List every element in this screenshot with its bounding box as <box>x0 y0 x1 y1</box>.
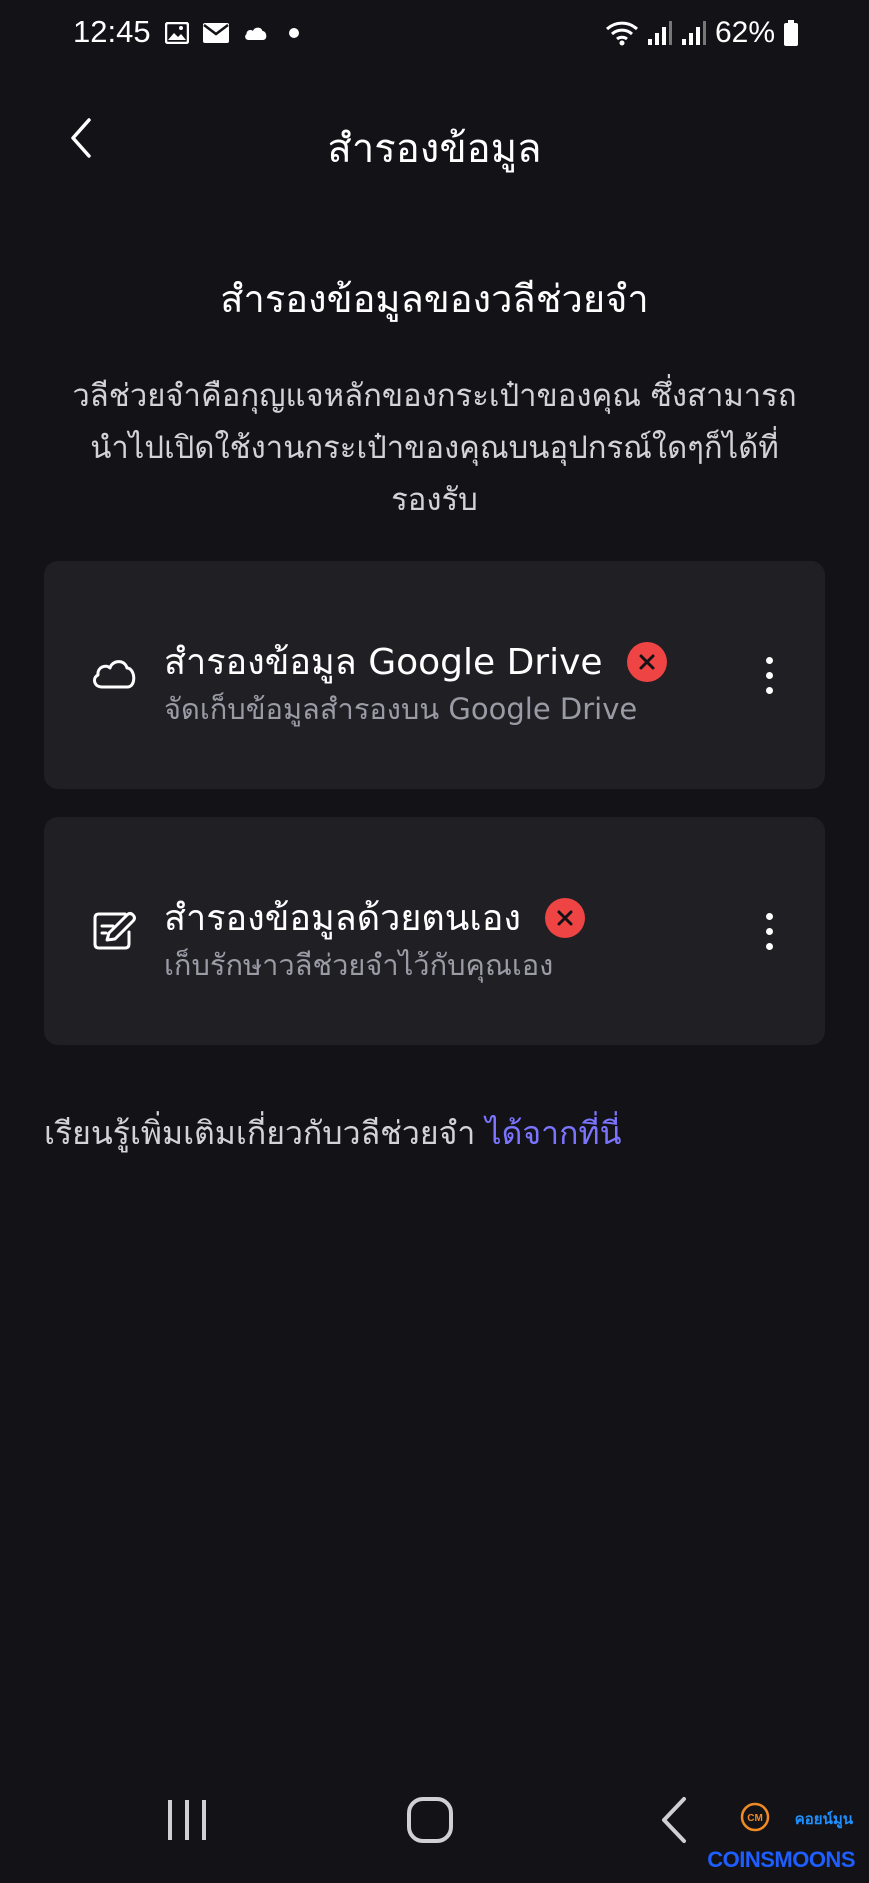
system-back-button[interactable] <box>633 1780 713 1860</box>
back-arrow-icon <box>662 1797 686 1843</box>
manual-backup-card[interactable]: สำรองข้อมูลด้วยตนเอง เก็บรักษาวลีช่วยจำไ… <box>44 817 825 1045</box>
cloud-status-icon <box>245 27 267 40</box>
manual-backup-title: สำรองข้อมูลด้วยตนเอง <box>164 898 521 939</box>
image-icon <box>165 22 189 44</box>
page-title: สำรองข้อมูล <box>327 126 542 172</box>
manual-backup-title-row: สำรองข้อมูลด้วยตนเอง <box>164 889 585 946</box>
manual-backup-icon <box>84 899 144 959</box>
google-drive-backup-card[interactable]: สำรองข้อมูล Google Drive จัดเก็บข้อมูลสำ… <box>44 561 825 789</box>
status-time: 12:45 <box>73 14 151 49</box>
signal-icon-1 <box>647 21 672 45</box>
more-vertical-icon <box>765 656 773 664</box>
section-title: สำรองข้อมูลของวลีช่วยจำ <box>220 277 649 321</box>
wifi-icon <box>605 21 638 46</box>
battery-percent: 62% <box>714 16 775 49</box>
watermark-thai-text: คอยน์มูน <box>794 1810 853 1828</box>
error-x-icon <box>544 897 585 938</box>
mail-icon <box>203 23 229 43</box>
error-x-icon <box>626 641 667 682</box>
google-drive-subtitle: จัดเก็บข้อมูลสำรองบน Google Drive <box>164 692 638 726</box>
learn-more-label: เรียนรู้เพิ่มเติมเกี่ยวกับวลีช่วยจำ <box>44 1114 486 1152</box>
recents-icon <box>168 1800 206 1840</box>
status-bar: 12:45 62% <box>0 0 869 70</box>
recents-button[interactable] <box>147 1780 227 1860</box>
section-description: วลีช่วยจำคือกุญแจหลักของกระเป๋าของคุณ ซึ… <box>72 378 797 518</box>
coin-logo-icon: CM <box>740 1802 770 1832</box>
learn-more-text: เรียนรู้เพิ่มเติมเกี่ยวกับวลีช่วยจำ ได้จ… <box>44 1108 621 1159</box>
manual-backup-more-button[interactable] <box>749 901 789 961</box>
google-drive-title-row: สำรองข้อมูล Google Drive <box>164 633 667 690</box>
system-icons: 62% <box>605 16 799 50</box>
more-vertical-icon <box>765 912 773 920</box>
google-drive-more-button[interactable] <box>749 645 789 705</box>
cloud-icon <box>84 643 144 703</box>
google-drive-title: สำรองข้อมูล Google Drive <box>164 642 603 683</box>
home-icon <box>407 1797 453 1843</box>
battery-icon <box>784 20 798 46</box>
coin-logo-text: CM <box>747 1813 763 1824</box>
manual-backup-subtitle: เก็บรักษาวลีช่วยจำไว้กับคุณเอง <box>164 948 554 982</box>
coinsmoons-watermark: CM คอยน์มูน COINSMOONS <box>707 1797 859 1877</box>
dot-icon <box>289 28 299 38</box>
header: สำรองข้อมูล <box>0 96 869 186</box>
home-button[interactable] <box>390 1780 470 1860</box>
notification-icons <box>165 22 305 44</box>
watermark-brand-text: COINSMOONS <box>707 1847 855 1872</box>
signal-icon-2 <box>681 21 706 45</box>
learn-more-link[interactable]: ได้จากที่นี่ <box>486 1114 622 1152</box>
